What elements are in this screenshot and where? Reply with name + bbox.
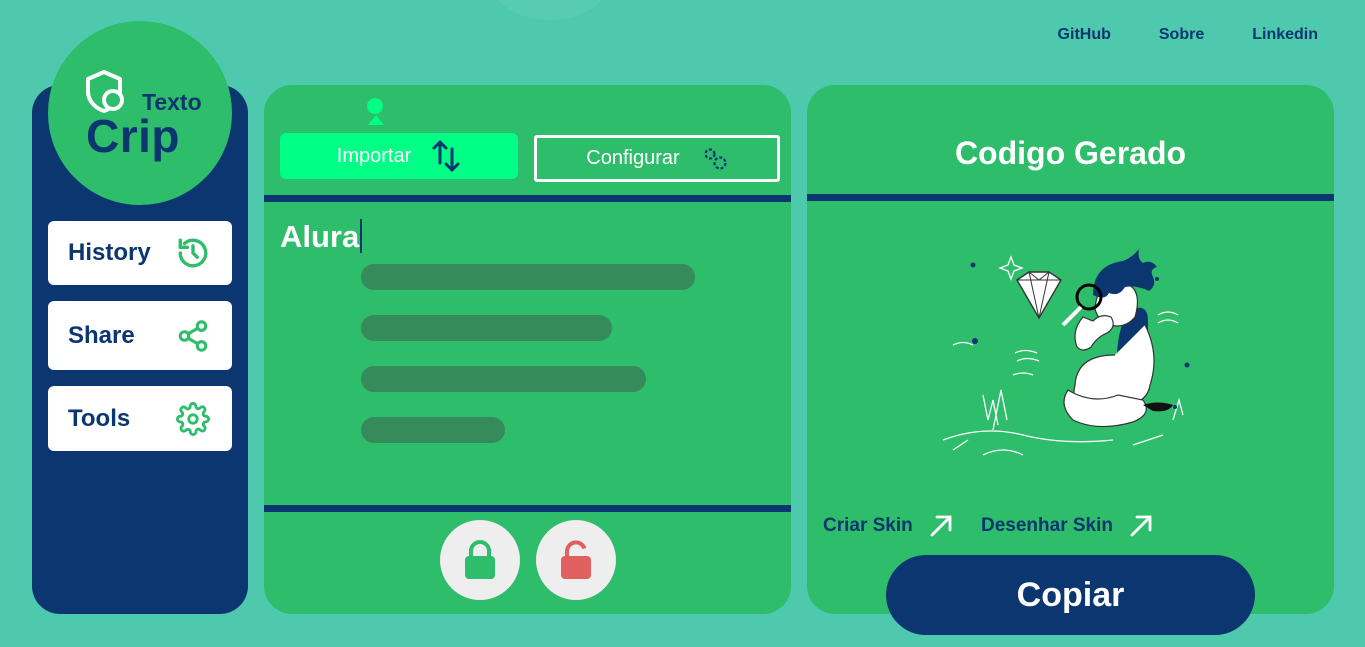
- create-skin-label: Criar Skin: [823, 515, 913, 536]
- decrypt-button[interactable]: [536, 520, 616, 600]
- arrow-up-right-icon: [1130, 515, 1152, 537]
- nav-link-github[interactable]: GitHub: [1058, 26, 1111, 44]
- output-panel: Codigo Gerado Criar Skin Desenhar Skin: [807, 85, 1334, 614]
- arrow-up-right-icon: [930, 515, 952, 537]
- import-button-label: Importar: [336, 144, 412, 167]
- logo: Texto Crip: [48, 21, 232, 205]
- lock-closed-icon: [465, 540, 495, 579]
- share-icon: [178, 319, 208, 352]
- configure-button-label: Configurar: [586, 147, 680, 169]
- logo-text-big: Crip: [86, 110, 180, 162]
- person-with-magnifier-illustration: [942, 249, 1190, 456]
- copy-button-label: Copiar: [1016, 575, 1125, 614]
- copy-button[interactable]: Copiar: [886, 555, 1255, 635]
- text-input-value: Alura: [280, 219, 360, 254]
- nav-link-sobre[interactable]: Sobre: [1159, 26, 1204, 44]
- active-indicator-dot: [367, 98, 383, 114]
- placeholder-line: [361, 417, 505, 443]
- sidebar-item-label: Tools: [68, 404, 131, 432]
- top-nav: GitHub Sobre Linkedin: [1058, 26, 1318, 44]
- draw-skin-label: Desenhar Skin: [981, 515, 1113, 536]
- placeholder-line: [361, 315, 612, 341]
- create-skin-link[interactable]: Criar Skin: [823, 514, 953, 538]
- history-icon: [178, 238, 208, 268]
- divider-top: [264, 195, 791, 202]
- editor-panel: Importar Configurar Alura: [264, 85, 791, 614]
- sidebar-item-share[interactable]: Share: [48, 301, 232, 370]
- background-shape: [490, 0, 610, 20]
- gears-icon: [704, 147, 727, 170]
- text-input[interactable]: Alura: [280, 219, 363, 255]
- placeholder-line: [361, 264, 695, 290]
- active-indicator-tip: [368, 115, 384, 125]
- draw-skin-link[interactable]: Desenhar Skin: [981, 514, 1153, 538]
- nav-link-linkedin[interactable]: Linkedin: [1252, 26, 1318, 44]
- output-title: Codigo Gerado: [954, 135, 1187, 171]
- swap-arrows-icon: [432, 140, 460, 172]
- output-divider: [807, 194, 1334, 201]
- encrypt-button[interactable]: [440, 520, 520, 600]
- sidebar-item-history[interactable]: History: [48, 221, 232, 285]
- sidebar-item-label: History: [68, 239, 151, 266]
- placeholder-line: [361, 366, 646, 392]
- sidebar-item-tools[interactable]: Tools: [48, 386, 232, 451]
- gear-icon: [176, 401, 210, 436]
- import-button[interactable]: Importar: [280, 133, 518, 179]
- sidebar-item-label: Share: [68, 321, 135, 349]
- lock-open-icon: [561, 540, 591, 579]
- configure-button[interactable]: Configurar: [534, 135, 780, 182]
- divider-bottom: [264, 505, 791, 512]
- text-caret: [360, 219, 363, 253]
